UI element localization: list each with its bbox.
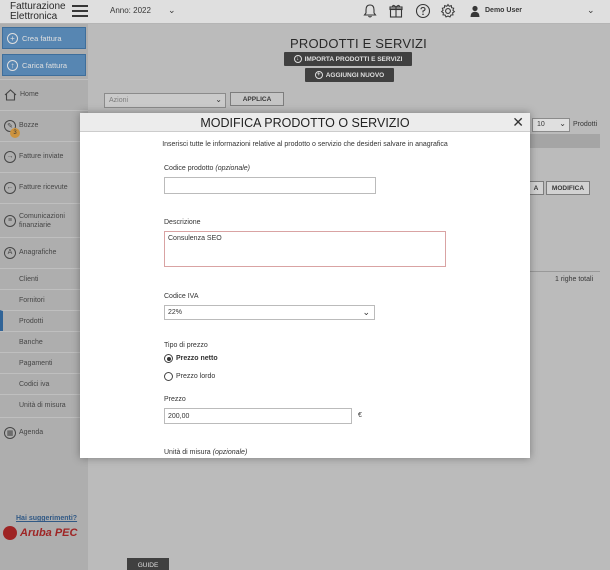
- price-label: Prezzo: [164, 396, 186, 403]
- chevron-down-icon: ⌄: [362, 307, 370, 317]
- radio-selected-icon[interactable]: [164, 354, 173, 363]
- modal-intro: Inserisci tutte le informazioni relative…: [162, 141, 448, 148]
- edit-product-modal: MODIFICA PRODOTTO O SERVIZIO ✕ Inserisci…: [80, 113, 530, 458]
- price-type-label: Tipo di prezzo: [164, 342, 208, 349]
- vat-code-select[interactable]: 22% ⌄: [164, 305, 375, 320]
- price-input[interactable]: [164, 408, 352, 424]
- modal-title: MODIFICA PRODOTTO O SERVIZIO: [200, 116, 410, 130]
- description-textarea[interactable]: Consulenza SEO: [164, 231, 446, 267]
- price-net-label: Prezzo netto: [176, 355, 218, 362]
- close-icon[interactable]: ✕: [512, 114, 524, 131]
- price-net-radio[interactable]: Prezzo netto: [164, 354, 218, 363]
- price-gross-label: Prezzo lordo: [176, 373, 216, 380]
- vat-code-label: Codice IVA: [164, 293, 199, 300]
- currency-symbol: €: [358, 412, 362, 419]
- description-label: Descrizione: [164, 219, 201, 226]
- modal-header: MODIFICA PRODOTTO O SERVIZIO ✕: [80, 113, 530, 132]
- product-code-input[interactable]: [164, 177, 376, 194]
- vat-code-value: 22%: [168, 309, 183, 316]
- radio-unselected-icon[interactable]: [164, 372, 173, 381]
- price-gross-radio[interactable]: Prezzo lordo: [164, 372, 215, 381]
- product-code-label: Codice prodotto (opzionale): [164, 165, 251, 172]
- unit-label: Unità di misura (opzionale): [164, 449, 248, 456]
